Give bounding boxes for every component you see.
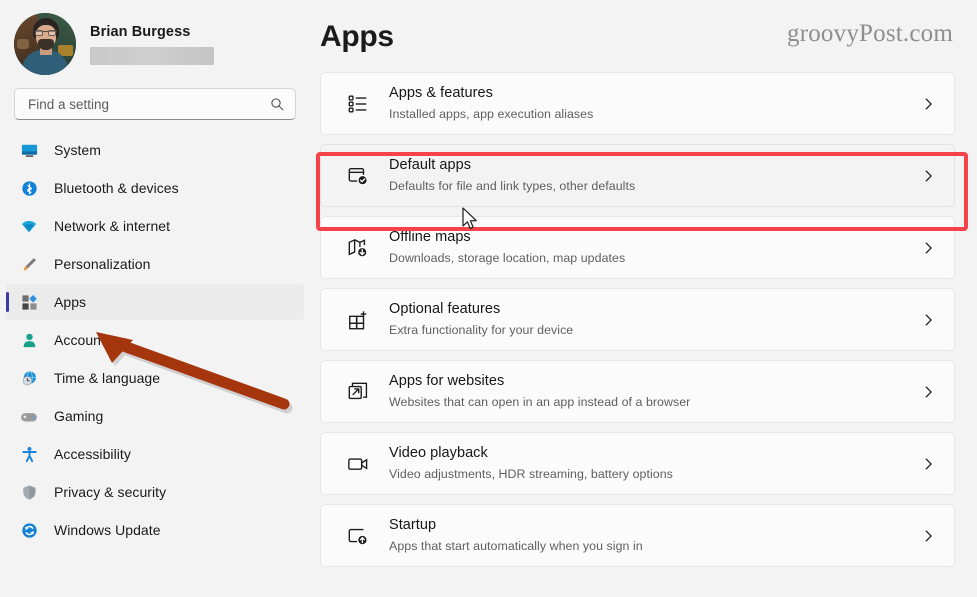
window-check-icon [345,163,371,189]
sidebar-item-label: Network & internet [54,218,171,234]
card-subtitle: Apps that start automatically when you s… [389,538,643,553]
chevron-right-icon[interactable] [923,241,938,255]
update-refresh-icon [20,521,38,539]
sidebar-item-label: Accounts [54,332,112,348]
search-input[interactable] [28,96,270,112]
paintbrush-icon [20,255,38,273]
chevron-right-icon[interactable] [923,529,938,543]
search-icon[interactable] [270,97,285,112]
card-subtitle: Video adjustments, HDR streaming, batter… [389,466,673,481]
chevron-right-icon[interactable] [923,457,938,471]
gamepad-icon [20,407,38,425]
profile-section[interactable]: Brian Burgess [0,0,310,75]
card-title: Apps & features [389,85,493,102]
sidebar-item-label: Windows Update [54,522,161,538]
monitor-icon [20,141,38,159]
sidebar-item-label: Privacy & security [54,484,167,500]
card-offline-maps[interactable]: Offline maps Downloads, storage location… [320,216,955,279]
profile-name: Brian Burgess [90,23,191,40]
chevron-right-icon[interactable] [923,97,938,111]
apps-grid-icon [20,293,38,311]
sidebar-item-accessibility[interactable]: Accessibility [6,436,304,472]
card-apps-features[interactable]: Apps & features Installed apps, app exec… [320,72,955,135]
card-default-apps[interactable]: Default apps Defaults for file and link … [320,144,955,207]
search-section [0,74,310,120]
sidebar-item-label: Accessibility [54,446,131,462]
sidebar-item-personalization[interactable]: Personalization [6,246,304,282]
sidebar-item-privacy-security[interactable]: Privacy & security [6,474,304,510]
sidebar-item-gaming[interactable]: Gaming [6,398,304,434]
list-bullets-icon [345,91,371,117]
search-box[interactable] [14,88,296,120]
bluetooth-icon [20,179,38,197]
card-startup[interactable]: Startup Apps that start automatically wh… [320,504,955,567]
grid-plus-icon [345,307,371,333]
card-optional-features[interactable]: Optional features Extra functionality fo… [320,288,955,351]
person-icon [20,331,38,349]
sidebar-item-apps[interactable]: Apps [6,284,304,320]
sidebar-item-bluetooth-devices[interactable]: Bluetooth & devices [6,170,304,206]
card-title: Optional features [389,301,501,318]
card-title: Startup [389,517,437,534]
sidebar-item-network-internet[interactable]: Network & internet [6,208,304,244]
startup-arrow-icon [345,523,371,549]
avatar[interactable] [14,13,76,75]
shield-icon [20,483,38,501]
sidebar-nav: System Bluetooth & devices Network & int… [0,132,310,548]
globe-clock-icon [20,369,38,387]
sidebar-item-label: Time & language [54,370,161,386]
card-title: Offline maps [389,229,471,246]
card-subtitle: Websites that can open in an app instead… [389,394,691,409]
chevron-right-icon[interactable] [923,313,938,327]
external-link-icon [345,379,371,405]
sidebar-item-windows-update[interactable]: Windows Update [6,512,304,548]
settings-card-list: Apps & features Installed apps, app exec… [320,72,955,567]
sidebar-item-system[interactable]: System [6,132,304,168]
card-subtitle: Downloads, storage location, map updates [389,250,626,265]
main-content: Apps groovyPost.com Apps & features Inst… [310,0,977,597]
sidebar-item-time-language[interactable]: Time & language [6,360,304,396]
card-video-playback[interactable]: Video playback Video adjustments, HDR st… [320,432,955,495]
sidebar-item-label: System [54,142,101,158]
card-title: Video playback [389,445,488,462]
card-title: Apps for websites [389,373,505,390]
accessibility-icon [20,445,38,463]
sidebar-item-label: Personalization [54,256,151,272]
card-apps-for-websites[interactable]: Apps for websites Websites that can open… [320,360,955,423]
card-title: Default apps [389,157,472,174]
wifi-icon [20,217,38,235]
chevron-right-icon[interactable] [923,169,938,183]
card-subtitle: Extra functionality for your device [389,322,574,337]
sidebar: Brian Burgess Find a setting System Blue… [0,0,310,597]
sidebar-item-accounts[interactable]: Accounts [6,322,304,358]
settings-window: Brian Burgess Find a setting System Blue… [0,0,977,597]
map-download-icon [345,235,371,261]
profile-email-redacted [90,46,214,65]
watermark: groovyPost.com [787,20,953,47]
video-camera-icon [345,451,371,477]
chevron-right-icon[interactable] [923,385,938,399]
sidebar-item-label: Bluetooth & devices [54,180,179,196]
card-subtitle: Installed apps, app execution aliases [389,106,594,121]
card-subtitle: Defaults for file and link types, other … [389,178,636,193]
sidebar-item-label: Gaming [54,408,104,424]
sidebar-item-label: Apps [54,294,87,310]
